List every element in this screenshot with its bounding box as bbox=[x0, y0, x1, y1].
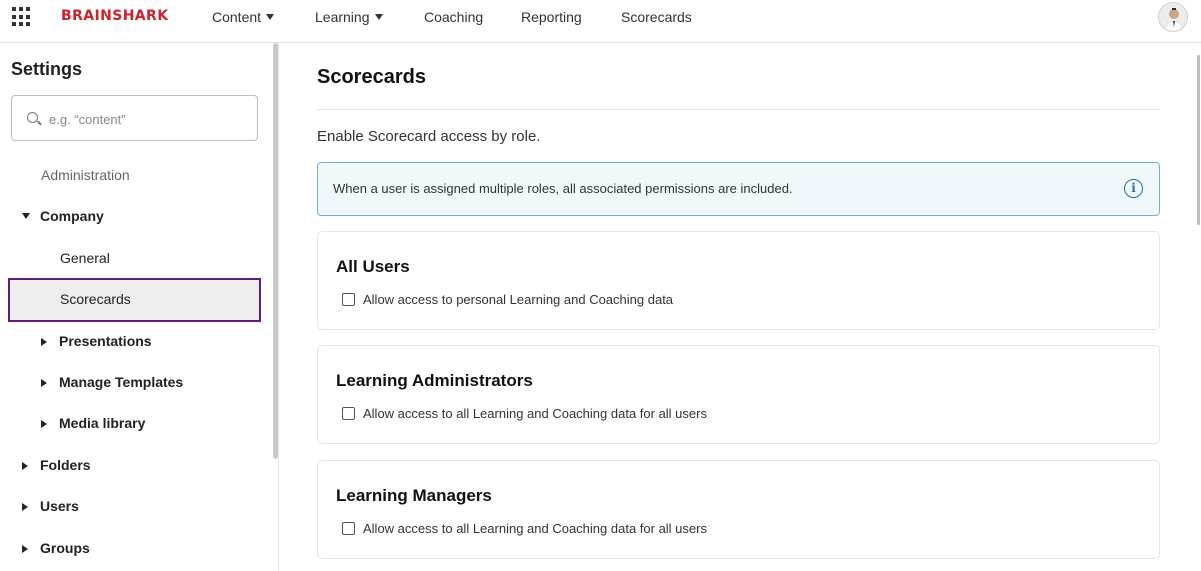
search-icon bbox=[27, 112, 38, 123]
sidebar-item-users-label: Users bbox=[40, 498, 79, 514]
collapsed-triangle-icon bbox=[41, 379, 47, 387]
sidebar-item-manage-templates-label: Manage Templates bbox=[59, 374, 184, 390]
checkbox-label: Allow access to all Learning and Coachin… bbox=[363, 521, 707, 536]
settings-search-input[interactable] bbox=[49, 108, 249, 130]
nav-coaching[interactable]: Coaching bbox=[424, 9, 483, 25]
sidebar-item-general[interactable]: General bbox=[60, 250, 110, 266]
sidebar-item-media-library-label: Media library bbox=[59, 415, 146, 431]
role-card-all-users: All Users Allow access to personal Learn… bbox=[317, 231, 1160, 330]
role-card-title: Learning Administrators bbox=[336, 371, 533, 390]
collapsed-triangle-icon bbox=[41, 420, 47, 428]
role-card-learning-administrators: Learning Administrators Allow access to … bbox=[317, 345, 1160, 444]
collapsed-triangle-icon bbox=[22, 462, 28, 470]
app-launcher-icon[interactable] bbox=[12, 7, 32, 27]
checkbox-label: Allow access to personal Learning and Co… bbox=[363, 292, 674, 307]
scorecards-settings-panel: Scorecards Enable Scorecard access by ro… bbox=[279, 43, 1201, 571]
checkbox-unchecked[interactable] bbox=[342, 522, 355, 535]
nav-reporting[interactable]: Reporting bbox=[521, 9, 582, 25]
info-banner: When a user is assigned multiple roles, … bbox=[317, 162, 1160, 216]
page-subtitle: Enable Scorecard access by role. bbox=[317, 128, 541, 145]
sidebar-item-users[interactable]: Users bbox=[22, 498, 79, 514]
sidebar-item-groups[interactable]: Groups bbox=[22, 540, 90, 556]
checkbox-unchecked[interactable] bbox=[342, 407, 355, 420]
sidebar-item-presentations-label: Presentations bbox=[59, 333, 152, 349]
collapsed-triangle-icon bbox=[22, 503, 28, 511]
sidebar-item-media-library[interactable]: Media library bbox=[41, 415, 145, 431]
selected-item-highlight bbox=[8, 278, 261, 322]
caret-down-icon bbox=[266, 14, 275, 20]
sidebar-item-company-label: Company bbox=[40, 208, 104, 224]
sidebar-item-presentations[interactable]: Presentations bbox=[41, 333, 152, 349]
main-scrollbar[interactable] bbox=[1197, 55, 1200, 225]
sidebar-item-scorecards[interactable]: Scorecards bbox=[60, 291, 131, 307]
info-icon[interactable]: i bbox=[1124, 179, 1143, 198]
top-navigation-bar: BRAINSHARK Content Learning Coaching Rep… bbox=[0, 0, 1201, 43]
role-card-learning-managers: Learning Managers Allow access to all Le… bbox=[317, 460, 1160, 559]
learning-managers-access-checkbox[interactable]: Allow access to all Learning and Coachin… bbox=[342, 521, 707, 536]
settings-sidebar: Settings Administration Company General … bbox=[0, 43, 279, 571]
sidebar-item-groups-label: Groups bbox=[40, 540, 90, 556]
sidebar-title: Settings bbox=[11, 59, 83, 79]
avatar-photo-icon bbox=[1159, 3, 1187, 31]
expanded-triangle-icon bbox=[22, 213, 30, 219]
nav-learning-label: Learning bbox=[315, 9, 370, 25]
nav-scorecards[interactable]: Scorecards bbox=[621, 9, 692, 25]
collapsed-triangle-icon bbox=[22, 545, 28, 553]
caret-down-icon bbox=[374, 14, 383, 20]
role-card-title: All Users bbox=[336, 257, 410, 276]
sidebar-scrollbar[interactable] bbox=[273, 43, 278, 459]
sidebar-item-folders[interactable]: Folders bbox=[22, 457, 91, 473]
nav-learning-menu[interactable]: Learning bbox=[315, 9, 383, 25]
checkbox-label: Allow access to all Learning and Coachin… bbox=[363, 406, 707, 421]
sidebar-item-company[interactable]: Company bbox=[22, 208, 104, 224]
page-title: Scorecards bbox=[317, 66, 426, 88]
learning-administrators-access-checkbox[interactable]: Allow access to all Learning and Coachin… bbox=[342, 406, 707, 421]
info-banner-text: When a user is assigned multiple roles, … bbox=[333, 181, 793, 196]
collapsed-triangle-icon bbox=[41, 338, 47, 346]
role-card-title: Learning Managers bbox=[336, 486, 492, 505]
sidebar-item-manage-templates[interactable]: Manage Templates bbox=[41, 374, 183, 390]
nav-content-label: Content bbox=[212, 9, 262, 25]
settings-search-box bbox=[11, 95, 258, 141]
sidebar-item-folders-label: Folders bbox=[40, 457, 91, 473]
brainshark-logo[interactable]: BRAINSHARK bbox=[61, 8, 168, 24]
nav-content-menu[interactable]: Content bbox=[212, 9, 275, 25]
sidebar-item-administration[interactable]: Administration bbox=[41, 167, 130, 183]
all-users-access-checkbox[interactable]: Allow access to personal Learning and Co… bbox=[342, 292, 673, 307]
user-avatar[interactable] bbox=[1158, 2, 1188, 32]
checkbox-unchecked[interactable] bbox=[342, 293, 355, 306]
title-divider bbox=[317, 109, 1160, 110]
